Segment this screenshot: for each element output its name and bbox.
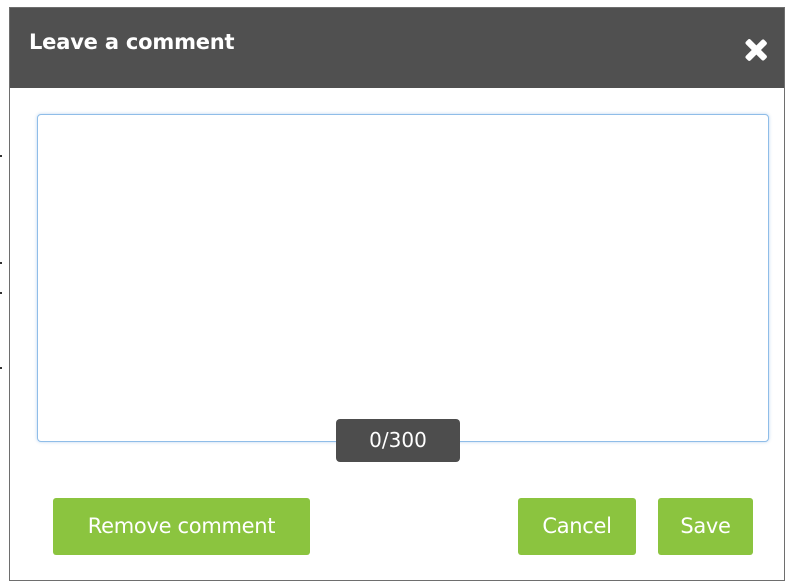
- comment-textarea[interactable]: [37, 114, 769, 442]
- close-icon: [745, 39, 767, 61]
- background-edge-mark: [0, 262, 2, 264]
- cancel-button[interactable]: Cancel: [518, 498, 636, 555]
- save-button[interactable]: Save: [658, 498, 753, 555]
- background-edge-mark: [0, 292, 2, 294]
- background-edge-mark: [0, 367, 2, 369]
- close-button[interactable]: [742, 36, 770, 64]
- comment-dialog: Leave a comment 0/300 Remove comment Can…: [9, 7, 785, 581]
- remove-comment-button[interactable]: Remove comment: [53, 498, 310, 555]
- dialog-title: Leave a comment: [29, 30, 235, 54]
- background-edge-mark: [0, 155, 2, 157]
- dialog-header: Leave a comment: [10, 8, 784, 88]
- character-counter: 0/300: [336, 419, 460, 462]
